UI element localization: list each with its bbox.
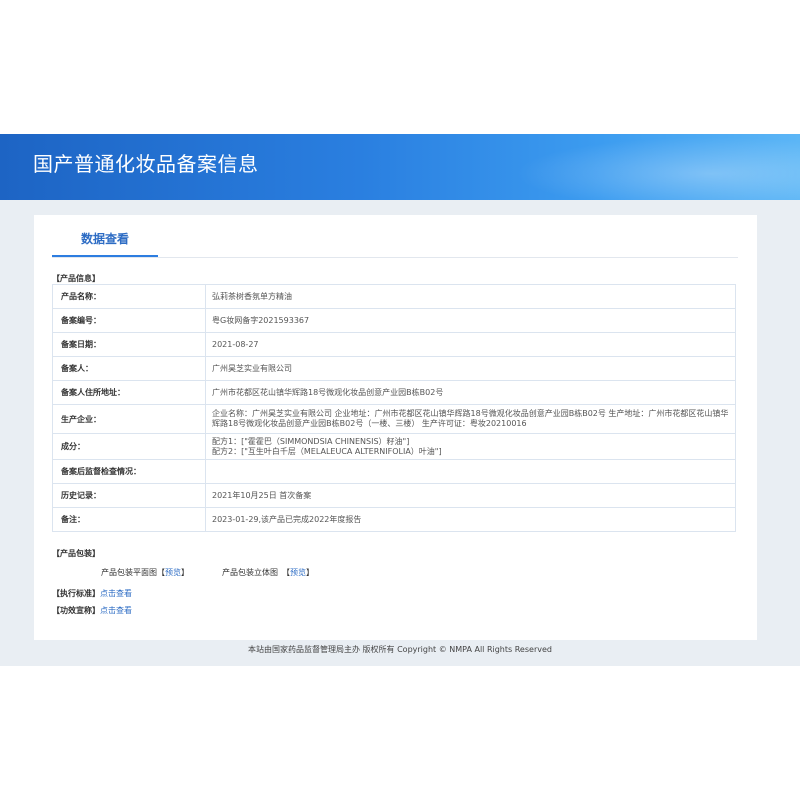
packaging-flat-label: 产品包装平面图 bbox=[101, 568, 157, 577]
table-row: 历史记录： 2021年10月25日 首次备案 bbox=[52, 483, 736, 508]
tab-data-view[interactable]: 数据查看 bbox=[52, 215, 158, 257]
row-label: 备案日期： bbox=[52, 332, 206, 357]
packaging-solid-label: 产品包装立体图 bbox=[222, 568, 278, 577]
packaging-solid: 产品包装立体图 【预览】 bbox=[222, 567, 314, 578]
bracket-open: 【 bbox=[282, 568, 290, 577]
row-label: 备案编号： bbox=[52, 308, 206, 333]
product-info-table: 产品名称： 弘莉茶树香氛单方精油 备案编号： 粤G妆网备字2021593367 … bbox=[52, 284, 736, 532]
row-value: 广州市花都区花山镇华辉路18号微观化妆品创意产业园B栋B02号 bbox=[205, 380, 736, 405]
row-label: 备案人住所地址： bbox=[52, 380, 206, 405]
table-row: 备注： 2023-01-29,该产品已完成2022年度报告 bbox=[52, 507, 736, 532]
bracket-open: 【 bbox=[157, 568, 165, 577]
content-card: 数据查看 【产品信息】 产品名称： 弘莉茶树香氛单方精油 备案编号： 粤G妆网备… bbox=[34, 215, 757, 640]
table-row: 备案人住所地址： 广州市花都区花山镇华辉路18号微观化妆品创意产业园B栋B02号 bbox=[52, 380, 736, 405]
bracket-close: 】 bbox=[306, 568, 314, 577]
page-title: 国产普通化妆品备案信息 bbox=[33, 152, 259, 176]
table-row: 备案人： 广州昊芝实业有限公司 bbox=[52, 356, 736, 381]
table-row: 备案后监督检查情况： bbox=[52, 459, 736, 484]
row-value: 配方1：["霍霍巴（SIMMONDSIA CHINENSIS）籽油"] 配方2：… bbox=[205, 433, 736, 460]
row-value: 弘莉茶树香氛单方精油 bbox=[205, 284, 736, 309]
table-row: 产品名称： 弘莉茶树香氛单方精油 bbox=[52, 284, 736, 309]
preview-solid-link[interactable]: 预览 bbox=[290, 568, 306, 577]
row-value: 2021-08-27 bbox=[205, 332, 736, 357]
formula-line: 配方2：["互生叶白千层（MELALEUCA ALTERNIFOLIA）叶油"] bbox=[212, 446, 442, 456]
row-label: 备案后监督检查情况： bbox=[52, 459, 206, 484]
banner-decoration bbox=[500, 134, 800, 200]
table-row: 备案编号： 粤G妆网备字2021593367 bbox=[52, 308, 736, 333]
formula-line: 配方1：["霍霍巴（SIMMONDSIA CHINENSIS）籽油"] bbox=[212, 436, 410, 446]
row-label: 备案人： bbox=[52, 356, 206, 381]
row-label: 备注： bbox=[52, 507, 206, 532]
table-row: 成分： 配方1：["霍霍巴（SIMMONDSIA CHINENSIS）籽油"] … bbox=[52, 433, 736, 460]
row-label: 产品名称： bbox=[52, 284, 206, 309]
page-banner: 国产普通化妆品备案信息 bbox=[0, 134, 800, 200]
packaging-flat: 产品包装平面图【预览】 bbox=[101, 567, 189, 578]
row-value: 2021年10月25日 首次备案 bbox=[205, 483, 736, 508]
row-value: 广州昊芝实业有限公司 bbox=[205, 356, 736, 381]
bracket-close: 】 bbox=[181, 568, 189, 577]
table-row: 备案日期： 2021-08-27 bbox=[52, 332, 736, 357]
row-label: 生产企业： bbox=[52, 404, 206, 434]
efficacy-row: 【功效宣称】点击查看 bbox=[52, 605, 132, 616]
row-value: 企业名称：广州昊芝实业有限公司 企业地址：广州市花都区花山镇华辉路18号微观化妆… bbox=[205, 404, 736, 434]
row-label: 历史记录： bbox=[52, 483, 206, 508]
efficacy-view-link[interactable]: 点击查看 bbox=[100, 606, 132, 615]
section-product-info: 【产品信息】 bbox=[52, 274, 100, 283]
tab-bar: 数据查看 bbox=[52, 215, 738, 258]
standard-view-link[interactable]: 点击查看 bbox=[100, 589, 132, 598]
row-value: 粤G妆网备字2021593367 bbox=[205, 308, 736, 333]
preview-flat-link[interactable]: 预览 bbox=[165, 568, 181, 577]
row-label: 成分： bbox=[52, 433, 206, 460]
section-efficacy: 【功效宣称】 bbox=[52, 606, 100, 615]
row-value bbox=[205, 459, 736, 484]
table-row: 生产企业： 企业名称：广州昊芝实业有限公司 企业地址：广州市花都区花山镇华辉路1… bbox=[52, 404, 736, 434]
section-packaging: 【产品包装】 bbox=[52, 549, 100, 558]
row-value: 2023-01-29,该产品已完成2022年度报告 bbox=[205, 507, 736, 532]
footer-copyright: 本站由国家药品监督管理局主办 版权所有 Copyright © NMPA All… bbox=[248, 645, 552, 654]
section-standard: 【执行标准】 bbox=[52, 589, 100, 598]
standard-row: 【执行标准】点击查看 bbox=[52, 588, 132, 599]
